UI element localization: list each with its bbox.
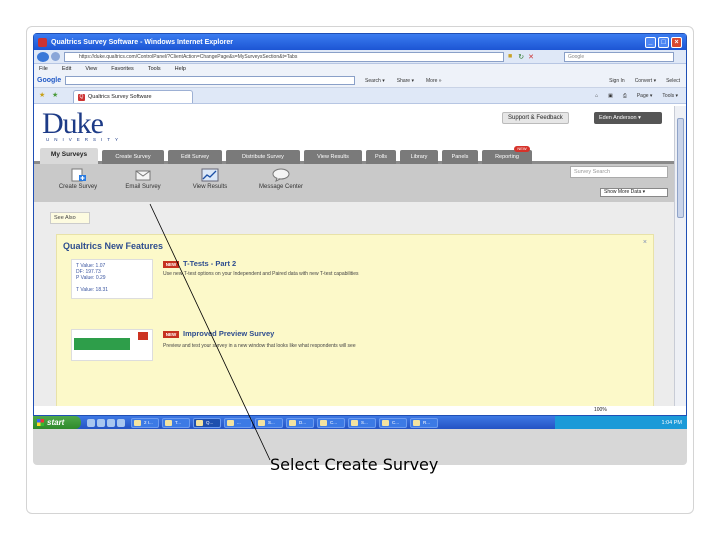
callout-pointer-line xyxy=(149,203,271,461)
slide-caption: Select Create Survey xyxy=(270,455,439,474)
